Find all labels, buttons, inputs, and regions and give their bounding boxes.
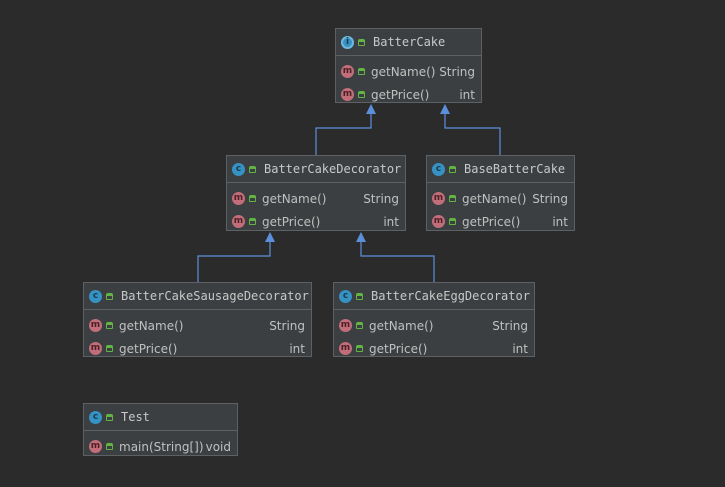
public-lock-icon — [358, 38, 365, 46]
method-list: m main(String[]) void — [84, 431, 237, 458]
method-name: getName() — [369, 318, 434, 333]
method-row[interactable]: m getName() String — [334, 314, 534, 337]
method-name: main(String[]) — [119, 439, 204, 454]
class-icon: c — [89, 289, 102, 303]
class-box-eggdecorator[interactable]: c BatterCakeEggDecorator m getName() String m… — [333, 282, 535, 357]
public-lock-icon — [358, 68, 365, 75]
method-name: getName() — [371, 64, 436, 79]
method-return-type: String — [439, 64, 475, 79]
method-icon: m — [232, 192, 245, 205]
class-icon: c — [232, 162, 245, 176]
interface-icon: i — [341, 35, 354, 49]
public-lock-icon — [356, 322, 363, 329]
public-lock-icon — [106, 443, 113, 450]
method-name: getName() — [462, 191, 527, 206]
class-header[interactable]: c BaseBatterCake — [427, 156, 574, 183]
class-header[interactable]: i BatterCake — [336, 29, 481, 56]
class-box-battercakedecorator[interactable]: c BatterCakeDecorator m getName() String m get… — [226, 155, 406, 231]
method-icon: m — [339, 342, 352, 355]
public-lock-icon — [106, 413, 113, 421]
method-name: getPrice() — [262, 214, 321, 229]
class-icon: c — [339, 289, 352, 303]
arrowhead-extends — [356, 232, 366, 242]
method-icon: m — [341, 88, 354, 101]
method-row[interactable]: m getPrice() int — [336, 83, 481, 106]
method-return-type: int — [459, 87, 475, 102]
public-lock-icon — [106, 345, 113, 352]
class-box-battercake[interactable]: i BatterCake m getName() String m getPrice() in… — [335, 28, 482, 103]
method-icon: m — [339, 319, 352, 332]
method-name: getName() — [119, 318, 184, 333]
public-lock-icon — [449, 165, 456, 173]
method-row[interactable]: m getPrice() int — [427, 210, 574, 233]
method-icon: m — [341, 65, 354, 78]
class-header[interactable]: c BatterCakeEggDecorator — [334, 283, 534, 310]
public-lock-icon — [449, 195, 456, 202]
edge-sausagedecorator-to-battercakedecorator — [197, 233, 271, 282]
method-row[interactable]: m getPrice() int — [84, 337, 311, 360]
class-name: BatterCakeEggDecorator — [371, 289, 530, 303]
method-row[interactable]: m getName() String — [427, 187, 574, 210]
class-name: BatterCakeSausageDecorator — [121, 289, 309, 303]
public-lock-icon — [249, 195, 256, 202]
method-return-type: String — [269, 318, 305, 333]
class-header[interactable]: c BatterCakeSausageDecorator — [84, 283, 311, 310]
class-name: BaseBatterCake — [464, 162, 566, 176]
public-lock-icon — [358, 91, 365, 98]
method-name: getPrice() — [369, 341, 428, 356]
method-list: m getName() String m getPrice() int — [427, 183, 574, 233]
method-name: getPrice() — [119, 341, 178, 356]
method-list: m getName() String m getPrice() int — [227, 183, 405, 233]
method-icon: m — [89, 342, 102, 355]
method-icon: m — [89, 319, 102, 332]
public-lock-icon — [249, 218, 256, 225]
class-header[interactable]: c Test — [84, 404, 237, 431]
method-return-type: String — [363, 191, 399, 206]
method-list: m getName() String m getPrice() int — [84, 310, 311, 360]
public-lock-icon — [106, 292, 113, 300]
uml-diagram-canvas: i BatterCake m getName() String m getPrice() in… — [0, 0, 725, 487]
class-icon: c — [89, 410, 102, 424]
method-return-type: int — [512, 341, 528, 356]
method-list: m getName() String m getPrice() int — [336, 56, 481, 106]
method-icon: m — [89, 440, 102, 453]
class-icon: c — [432, 162, 445, 176]
method-name: getName() — [262, 191, 327, 206]
public-lock-icon — [449, 218, 456, 225]
method-icon: m — [432, 192, 445, 205]
method-list: m getName() String m getPrice() int — [334, 310, 534, 360]
method-row[interactable]: m getPrice() int — [227, 210, 405, 233]
method-icon: m — [432, 215, 445, 228]
method-name: getPrice() — [371, 87, 430, 102]
public-lock-icon — [356, 345, 363, 352]
edge-basebattercake-to-battercake — [444, 105, 501, 155]
public-lock-icon — [106, 322, 113, 329]
method-return-type: String — [532, 191, 568, 206]
class-box-sausagedecorator[interactable]: c BatterCakeSausageDecorator m getName() Str… — [83, 282, 312, 357]
method-return-type: void — [205, 439, 231, 454]
method-icon: m — [232, 215, 245, 228]
method-return-type: int — [289, 341, 305, 356]
method-return-type: int — [383, 214, 399, 229]
class-name: BatterCake — [373, 35, 446, 49]
method-row[interactable]: m getName() String — [336, 60, 481, 83]
class-header[interactable]: c BatterCakeDecorator — [227, 156, 405, 183]
class-name: Test — [121, 410, 150, 424]
method-return-type: int — [552, 214, 568, 229]
public-lock-icon — [356, 292, 363, 300]
method-return-type: String — [492, 318, 528, 333]
method-row[interactable]: m getName() String — [227, 187, 405, 210]
edge-battercakedecorator-to-battercake — [315, 105, 372, 155]
arrowhead-extends — [265, 232, 275, 242]
method-row[interactable]: m getName() String — [84, 314, 311, 337]
class-box-test[interactable]: c Test m main(String[]) void — [83, 403, 238, 456]
public-lock-icon — [249, 165, 256, 173]
method-row[interactable]: m main(String[]) void — [84, 435, 237, 458]
edge-eggdecorator-to-battercakedecorator — [360, 233, 435, 282]
class-box-basebattercake[interactable]: c BaseBatterCake m getName() String m getPrice… — [426, 155, 575, 231]
class-name: BatterCakeDecorator — [264, 162, 402, 176]
method-name: getPrice() — [462, 214, 521, 229]
method-row[interactable]: m getPrice() int — [334, 337, 534, 360]
